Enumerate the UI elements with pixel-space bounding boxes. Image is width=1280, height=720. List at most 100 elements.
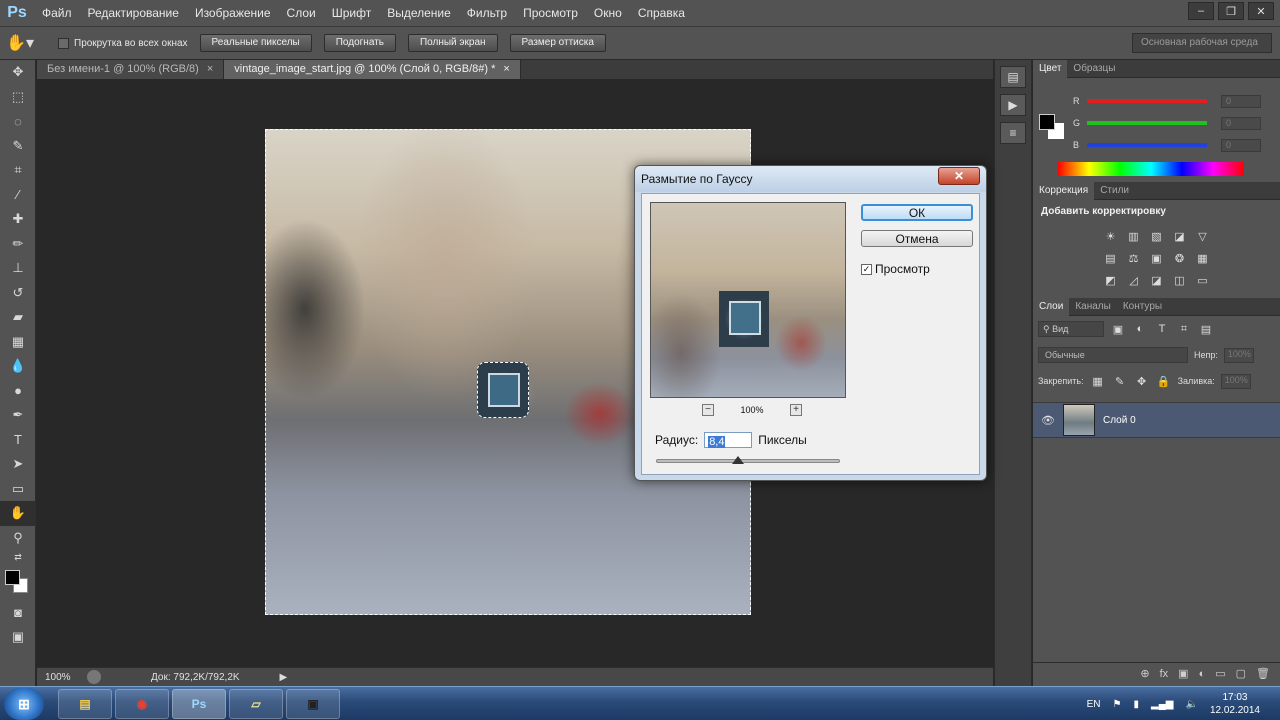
visibility-eye-icon[interactable]: 👁 xyxy=(1041,414,1055,427)
preview-checkbox-box[interactable]: ✓ xyxy=(861,263,872,275)
zoom-tool-icon[interactable]: ⚲ xyxy=(0,526,36,551)
tab-untitled-close-icon[interactable]: × xyxy=(207,63,213,75)
properties-panel-icon[interactable]: ≡ xyxy=(1000,122,1026,144)
eraser-tool-icon[interactable]: ▰ xyxy=(0,305,36,330)
filter-pixel-icon[interactable]: ▣ xyxy=(1110,321,1126,337)
clock[interactable]: 17:03 12.02.2014 xyxy=(1210,691,1260,717)
fit-screen-button[interactable]: Подогнать xyxy=(323,34,396,52)
taskbar-explorer[interactable]: ▤ xyxy=(58,689,112,719)
posterize-icon[interactable]: ◿ xyxy=(1125,272,1142,289)
link-layers-icon[interactable]: ⊕ xyxy=(1140,667,1149,680)
restore-button[interactable]: ❐ xyxy=(1218,2,1244,20)
tab-vintage-image[interactable]: vintage_image_start.jpg @ 100% (Слой 0, … xyxy=(224,60,521,79)
black-white-icon[interactable]: ▣ xyxy=(1148,250,1165,267)
add-mask-icon[interactable]: ▣ xyxy=(1178,667,1188,680)
lock-transparency-icon[interactable]: ▦ xyxy=(1090,373,1106,389)
menu-edit[interactable]: Редактирование xyxy=(80,0,187,26)
new-adjustment-icon[interactable]: ◐ xyxy=(1199,668,1206,680)
quick-select-tool-icon[interactable]: ✎ xyxy=(0,134,36,159)
lock-all-icon[interactable]: 🔒 xyxy=(1156,373,1172,389)
taskbar-chrome[interactable]: ◉ xyxy=(115,689,169,719)
lasso-tool-icon[interactable]: ◌ xyxy=(0,109,36,134)
radius-slider[interactable] xyxy=(656,456,840,464)
menu-layers[interactable]: Слои xyxy=(279,0,324,26)
selective-color-icon[interactable]: ◫ xyxy=(1171,272,1188,289)
threshold-icon[interactable]: ◪ xyxy=(1148,272,1165,289)
screen-mode-icon[interactable]: ▣ xyxy=(0,625,36,650)
gradient-map-icon[interactable]: ▭ xyxy=(1194,272,1211,289)
invert-icon[interactable]: ◩ xyxy=(1102,272,1119,289)
minimize-button[interactable]: – xyxy=(1188,2,1214,20)
gradient-tool-icon[interactable]: ▦ xyxy=(0,330,36,355)
zoom-in-button[interactable]: + xyxy=(790,404,802,416)
brightness-icon[interactable]: ☀ xyxy=(1102,228,1119,245)
b-value[interactable]: 0 xyxy=(1221,138,1261,152)
menu-filter[interactable]: Фильтр xyxy=(459,0,515,26)
language-indicator[interactable]: EN xyxy=(1087,699,1101,710)
filter-adjustment-icon[interactable]: ◐ xyxy=(1132,321,1148,337)
actual-pixels-button[interactable]: Реальные пикселы xyxy=(199,34,312,52)
layer-style-icon[interactable]: fx xyxy=(1160,668,1169,680)
delete-layer-icon[interactable]: 🗑 xyxy=(1256,667,1270,680)
curves-icon[interactable]: ▧ xyxy=(1148,228,1165,245)
tab-styles[interactable]: Стили xyxy=(1094,182,1135,200)
menu-window[interactable]: Окно xyxy=(586,0,630,26)
print-size-button[interactable]: Размер оттиска xyxy=(509,34,606,52)
layer-kind-filter[interactable]: ⚲ Вид xyxy=(1038,321,1104,337)
scroll-all-windows-checkbox[interactable]: Прокрутка во всех окнах xyxy=(58,37,188,49)
filter-type-icon[interactable]: T xyxy=(1154,321,1170,337)
ok-button[interactable]: ОК xyxy=(861,204,973,221)
path-select-tool-icon[interactable]: ➤ xyxy=(0,452,36,477)
crop-tool-icon[interactable]: ⌗ xyxy=(0,158,36,183)
menu-file[interactable]: Файл xyxy=(34,0,80,26)
menu-view[interactable]: Просмотр xyxy=(515,0,586,26)
blend-mode-select[interactable]: Обычные xyxy=(1038,347,1188,363)
blur-preview[interactable] xyxy=(650,202,846,398)
cancel-button[interactable]: Отмена xyxy=(861,230,973,247)
new-group-icon[interactable]: ▭ xyxy=(1215,667,1225,680)
layer-row[interactable]: 👁 Слой 0 xyxy=(1033,402,1280,438)
tray-network-icon[interactable]: ▂▄▆ xyxy=(1151,699,1173,710)
type-tool-icon[interactable]: T xyxy=(0,428,36,453)
radius-input[interactable]: 8,4 xyxy=(704,432,753,448)
r-value[interactable]: 0 xyxy=(1221,94,1261,108)
tab-vintage-image-close-icon[interactable]: × xyxy=(503,63,509,75)
g-value[interactable]: 0 xyxy=(1221,116,1261,130)
workspace-select[interactable]: Основная рабочая среда xyxy=(1132,33,1272,53)
tab-untitled[interactable]: Без имени-1 @ 100% (RGB/8) × xyxy=(37,60,225,79)
brush-tool-icon[interactable]: ✏ xyxy=(0,232,36,257)
swap-colors-icon[interactable]: ⇄ xyxy=(0,550,36,564)
taskbar-camera[interactable]: ▣ xyxy=(286,689,340,719)
scroll-all-checkbox-box[interactable] xyxy=(58,37,69,49)
radius-value[interactable]: 8,4 xyxy=(708,436,726,448)
status-info-icon[interactable] xyxy=(87,670,101,684)
full-screen-button[interactable]: Полный экран xyxy=(407,34,498,52)
color-spectrum[interactable] xyxy=(1058,162,1244,176)
b-slider[interactable] xyxy=(1087,143,1207,147)
opacity-input[interactable]: 100% xyxy=(1223,347,1254,363)
history-panel-icon[interactable]: ▤ xyxy=(1000,66,1026,88)
color-balance-icon[interactable]: ⚖ xyxy=(1125,250,1142,267)
marquee-tool-icon[interactable]: ⬚ xyxy=(0,85,36,110)
clone-stamp-tool-icon[interactable]: ⊥ xyxy=(0,256,36,281)
tray-volume-icon[interactable]: 🔈 xyxy=(1185,699,1197,710)
hue-saturation-icon[interactable]: ▤ xyxy=(1102,250,1119,267)
new-layer-icon[interactable]: ▢ xyxy=(1236,667,1246,680)
foreground-color-swatch[interactable] xyxy=(5,570,20,585)
taskbar-photoshop[interactable]: Ps xyxy=(172,689,226,719)
quick-mask-icon[interactable]: ◙ xyxy=(0,600,36,625)
tab-channels[interactable]: Каналы xyxy=(1069,298,1117,316)
tab-swatches[interactable]: Образцы xyxy=(1067,60,1121,78)
healing-brush-tool-icon[interactable]: ✚ xyxy=(0,207,36,232)
tab-layers[interactable]: Слои xyxy=(1033,297,1070,316)
tray-battery-icon[interactable]: ▮ xyxy=(1134,699,1140,710)
menu-select[interactable]: Выделение xyxy=(379,0,459,26)
hand-tool-icon[interactable]: ✋ xyxy=(0,501,36,526)
dialog-close-button[interactable]: ✕ xyxy=(938,167,980,185)
channel-mixer-icon[interactable]: ▦ xyxy=(1194,250,1211,267)
lock-position-icon[interactable]: ✥ xyxy=(1134,373,1150,389)
photo-filter-icon[interactable]: ❂ xyxy=(1171,250,1188,267)
filter-shape-icon[interactable]: ⌗ xyxy=(1176,321,1192,337)
panel-foreground-swatch[interactable] xyxy=(1039,114,1055,130)
tab-adjustments[interactable]: Коррекция xyxy=(1033,181,1095,200)
